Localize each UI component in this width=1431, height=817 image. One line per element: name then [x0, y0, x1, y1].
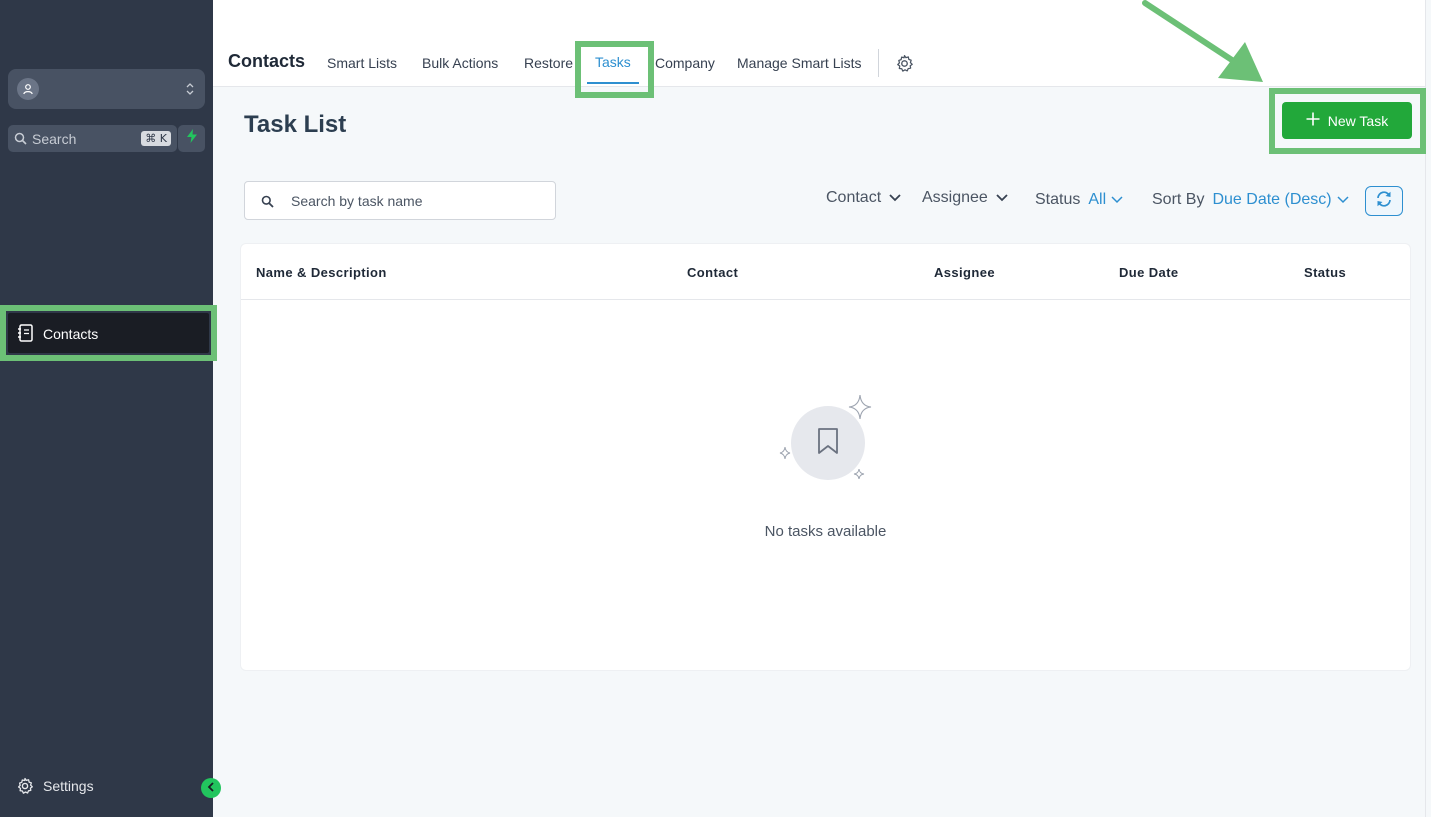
- chevron-down-icon: [889, 189, 901, 207]
- column-header-status[interactable]: Status: [1304, 265, 1346, 280]
- tab-company[interactable]: Company: [655, 55, 715, 71]
- new-task-button[interactable]: New Task: [1282, 102, 1412, 139]
- refresh-button[interactable]: [1365, 186, 1403, 216]
- tab-manage-smart-lists[interactable]: Manage Smart Lists: [737, 55, 862, 71]
- sidebar-item-label: Settings: [43, 778, 94, 794]
- account-switcher[interactable]: [8, 69, 205, 109]
- bookmark-icon: [815, 427, 841, 460]
- assignee-filter[interactable]: Assignee: [922, 189, 1008, 207]
- column-header-assignee[interactable]: Assignee: [934, 265, 995, 280]
- module-title: Contacts: [228, 51, 306, 71]
- annotation-arrow-icon: [1142, 0, 1263, 82]
- chevron-down-icon: [1337, 191, 1349, 209]
- sort-by-label: Sort By: [1152, 191, 1205, 208]
- collapse-sidebar-button[interactable]: [201, 778, 221, 798]
- annotation-highlight-tasks-tab: [575, 41, 654, 98]
- status-filter[interactable]: Status All: [1035, 191, 1123, 209]
- search-icon: [261, 195, 274, 213]
- tab-divider: [878, 49, 879, 77]
- task-table: Name & Description Contact Assignee Due …: [240, 243, 1411, 671]
- tab-restore[interactable]: Restore: [524, 55, 573, 71]
- account-avatar-icon: [17, 78, 39, 100]
- empty-state-illustration: [779, 394, 879, 484]
- plus-icon: [1306, 112, 1320, 129]
- sort-by-filter[interactable]: Sort By Due Date (Desc): [1152, 191, 1349, 209]
- sidebar-search[interactable]: Search ⌘ K: [8, 125, 177, 152]
- module-settings-gear-icon[interactable]: [895, 54, 914, 78]
- lightning-bolt-icon: [186, 129, 198, 148]
- task-search: [244, 181, 556, 220]
- sparkle-icon: [853, 468, 865, 480]
- chevron-updown-icon: [185, 80, 195, 103]
- quick-actions-button[interactable]: [178, 125, 205, 152]
- chevron-down-icon: [1111, 191, 1123, 209]
- sparkle-icon: [779, 446, 791, 460]
- tab-bulk-actions[interactable]: Bulk Actions: [422, 55, 498, 71]
- status-filter-label: Status: [1035, 191, 1081, 208]
- gear-icon: [16, 777, 34, 800]
- sparkle-icon: [848, 394, 872, 420]
- sort-by-value: Due Date (Desc): [1212, 191, 1332, 208]
- table-header: Name & Description Contact Assignee Due …: [241, 244, 1410, 300]
- page-title: Task List: [244, 111, 347, 138]
- chevron-down-icon: [996, 189, 1008, 207]
- annotation-highlight-contacts: [0, 305, 217, 361]
- assignee-filter-label: Assignee: [922, 189, 988, 206]
- refresh-icon: [1375, 190, 1393, 213]
- sidebar-item-settings[interactable]: Settings: [16, 776, 166, 796]
- task-search-input[interactable]: [291, 191, 541, 211]
- column-header-due-date[interactable]: Due Date: [1119, 265, 1179, 280]
- empty-state-message: No tasks available: [764, 523, 887, 540]
- new-task-label: New Task: [1327, 112, 1389, 129]
- status-filter-value: All: [1088, 191, 1107, 208]
- chevron-left-icon: [207, 779, 215, 797]
- sidebar: Search ⌘ K Contacts Settings: [0, 0, 221, 817]
- contact-filter-label: Contact: [826, 189, 882, 206]
- contact-filter[interactable]: Contact: [826, 189, 901, 207]
- sidebar-search-label: Search: [32, 131, 77, 147]
- search-icon: [14, 132, 27, 150]
- column-header-name[interactable]: Name & Description: [256, 265, 387, 280]
- column-header-contact[interactable]: Contact: [687, 265, 738, 280]
- tab-smart-lists[interactable]: Smart Lists: [327, 55, 397, 71]
- search-shortcut-badge: ⌘ K: [141, 131, 171, 146]
